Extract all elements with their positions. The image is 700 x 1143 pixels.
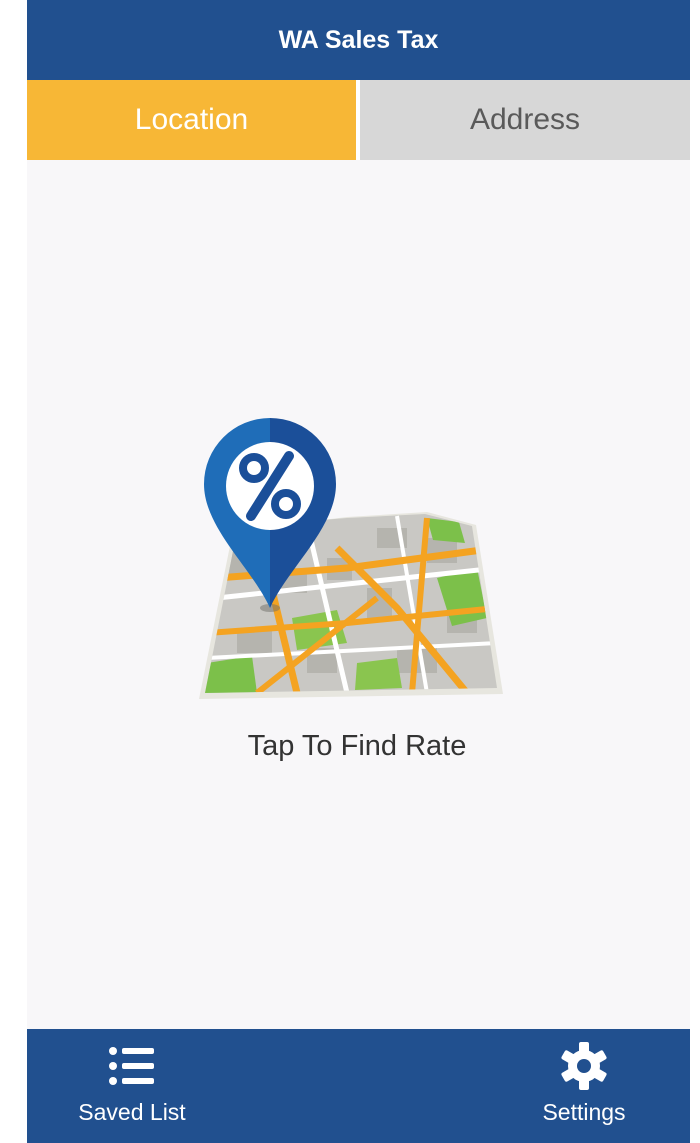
bottom-nav-bar: Saved List Settings	[27, 1029, 690, 1143]
find-rate-button[interactable]: Tap To Find Rate	[197, 418, 517, 778]
app-screen: WA Sales Tax Location Address Tap To Fin…	[27, 0, 690, 1143]
saved-list-button[interactable]: Saved List	[65, 1029, 199, 1143]
tab-location-label: Location	[134, 103, 249, 136]
app-header: WA Sales Tax	[27, 0, 690, 80]
settings-label: Settings	[542, 1099, 626, 1125]
page-title: WA Sales Tax	[278, 25, 439, 54]
settings-button[interactable]: Settings	[517, 1029, 651, 1143]
map-pin-percent-icon	[199, 418, 503, 699]
tab-location[interactable]: Location	[27, 80, 356, 160]
tap-to-find-rate-label: Tap To Find Rate	[247, 730, 467, 762]
gear-icon	[561, 1042, 607, 1090]
tab-address-label: Address	[469, 103, 581, 136]
list-icon	[109, 1047, 154, 1085]
saved-list-label: Saved List	[78, 1099, 186, 1125]
main-content: Tap To Find Rate	[27, 160, 690, 1029]
tab-address[interactable]: Address	[360, 80, 690, 160]
tab-bar: Location Address	[27, 80, 690, 160]
